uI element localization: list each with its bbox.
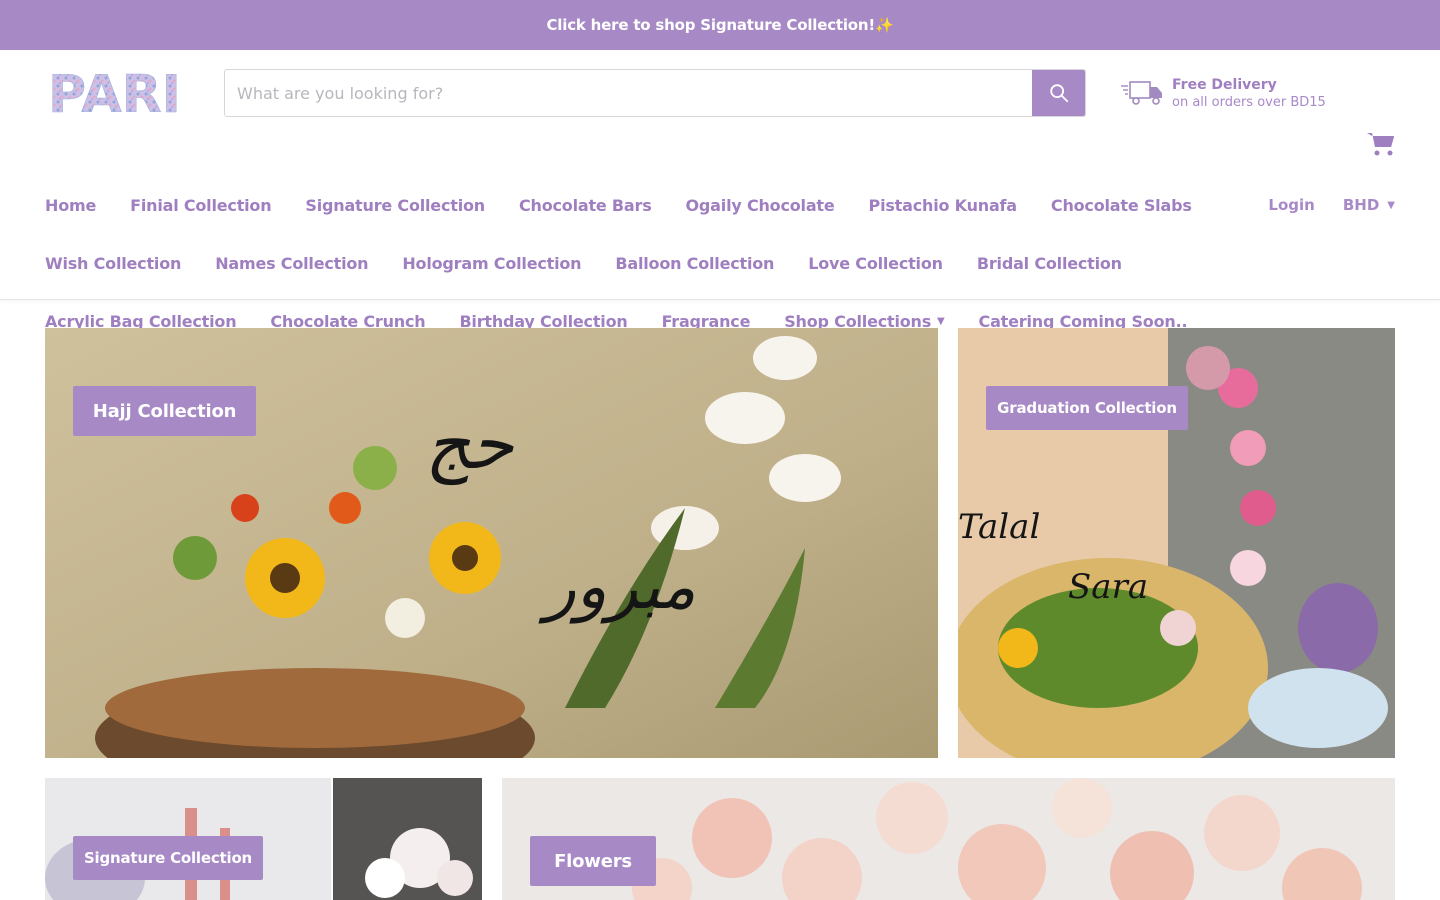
promo-graduation[interactable]: Talal Sara Graduation Collection <box>958 328 1395 758</box>
promo-signature-label: Signature Collection <box>73 836 263 880</box>
main-nav-row-1: Home Finial Collection Signature Collect… <box>45 190 1226 220</box>
delivery-title: Free Delivery <box>1172 77 1277 93</box>
nav-names-collection[interactable]: Names Collection <box>215 254 368 273</box>
nav-ogaily-chocolate[interactable]: Ogaily Chocolate <box>686 196 835 215</box>
site-header: PARI Free Delivery <box>0 50 1440 331</box>
announcement-bar: Click here to shop Signature Collection!… <box>0 0 1440 50</box>
chevron-down-icon: ▼ <box>937 315 945 327</box>
nav-balloon-collection[interactable]: Balloon Collection <box>615 254 774 273</box>
promo-hajj[interactable]: حج مبرور Hajj Collection <box>45 328 938 758</box>
currency-selector[interactable]: BHD ▼ <box>1343 196 1395 214</box>
svg-text:حج: حج <box>425 403 514 486</box>
nav-love-collection[interactable]: Love Collection <box>808 254 943 273</box>
nav-pistachio-kunafa[interactable]: Pistachio Kunafa <box>869 196 1018 215</box>
svg-text:Sara: Sara <box>1068 567 1148 607</box>
nav-chocolate-bars[interactable]: Chocolate Bars <box>519 196 652 215</box>
svg-text:مبرور: مبرور <box>538 550 696 624</box>
chevron-down-icon: ▼ <box>1387 199 1395 211</box>
login-link[interactable]: Login <box>1268 196 1314 214</box>
cart-icon <box>1367 133 1394 156</box>
search-bar <box>224 69 1086 117</box>
search-button[interactable] <box>1032 70 1085 116</box>
delivery-subtitle: on all orders over BD15 <box>1172 95 1326 110</box>
free-delivery: Free Delivery on all orders over BD15 <box>1120 74 1340 114</box>
nav-finial-collection[interactable]: Finial Collection <box>130 196 271 215</box>
header-utilities: Login BHD ▼ <box>1268 190 1395 220</box>
svg-text:Talal: Talal <box>958 507 1040 547</box>
promo-graduation-label: Graduation Collection <box>986 386 1188 430</box>
nav-home[interactable]: Home <box>45 196 96 215</box>
search-input[interactable] <box>225 70 1032 116</box>
promo-hajj-label: Hajj Collection <box>73 386 256 436</box>
logo[interactable]: PARI <box>48 65 198 126</box>
cart-button[interactable] <box>1365 128 1397 160</box>
nav-bridal-collection[interactable]: Bridal Collection <box>977 254 1122 273</box>
announcement-link[interactable]: Click here to shop Signature Collection!… <box>547 16 894 34</box>
truck-icon <box>1121 81 1162 105</box>
svg-text:PARI: PARI <box>48 68 181 118</box>
nav-hologram-collection[interactable]: Hologram Collection <box>402 254 581 273</box>
promo-signature[interactable]: Signature Collection <box>45 778 482 900</box>
header-top: PARI Free Delivery <box>0 50 1440 136</box>
main-nav-row-2: Wish Collection Names Collection Hologra… <box>45 248 1156 278</box>
promo-flowers[interactable]: Flowers <box>502 778 1395 900</box>
nav-chocolate-slabs[interactable]: Chocolate Slabs <box>1051 196 1192 215</box>
search-icon <box>1049 84 1068 103</box>
nav-signature-collection[interactable]: Signature Collection <box>305 196 485 215</box>
nav-wish-collection[interactable]: Wish Collection <box>45 254 181 273</box>
promo-flowers-label: Flowers <box>530 836 656 886</box>
currency-label: BHD <box>1342 196 1380 214</box>
